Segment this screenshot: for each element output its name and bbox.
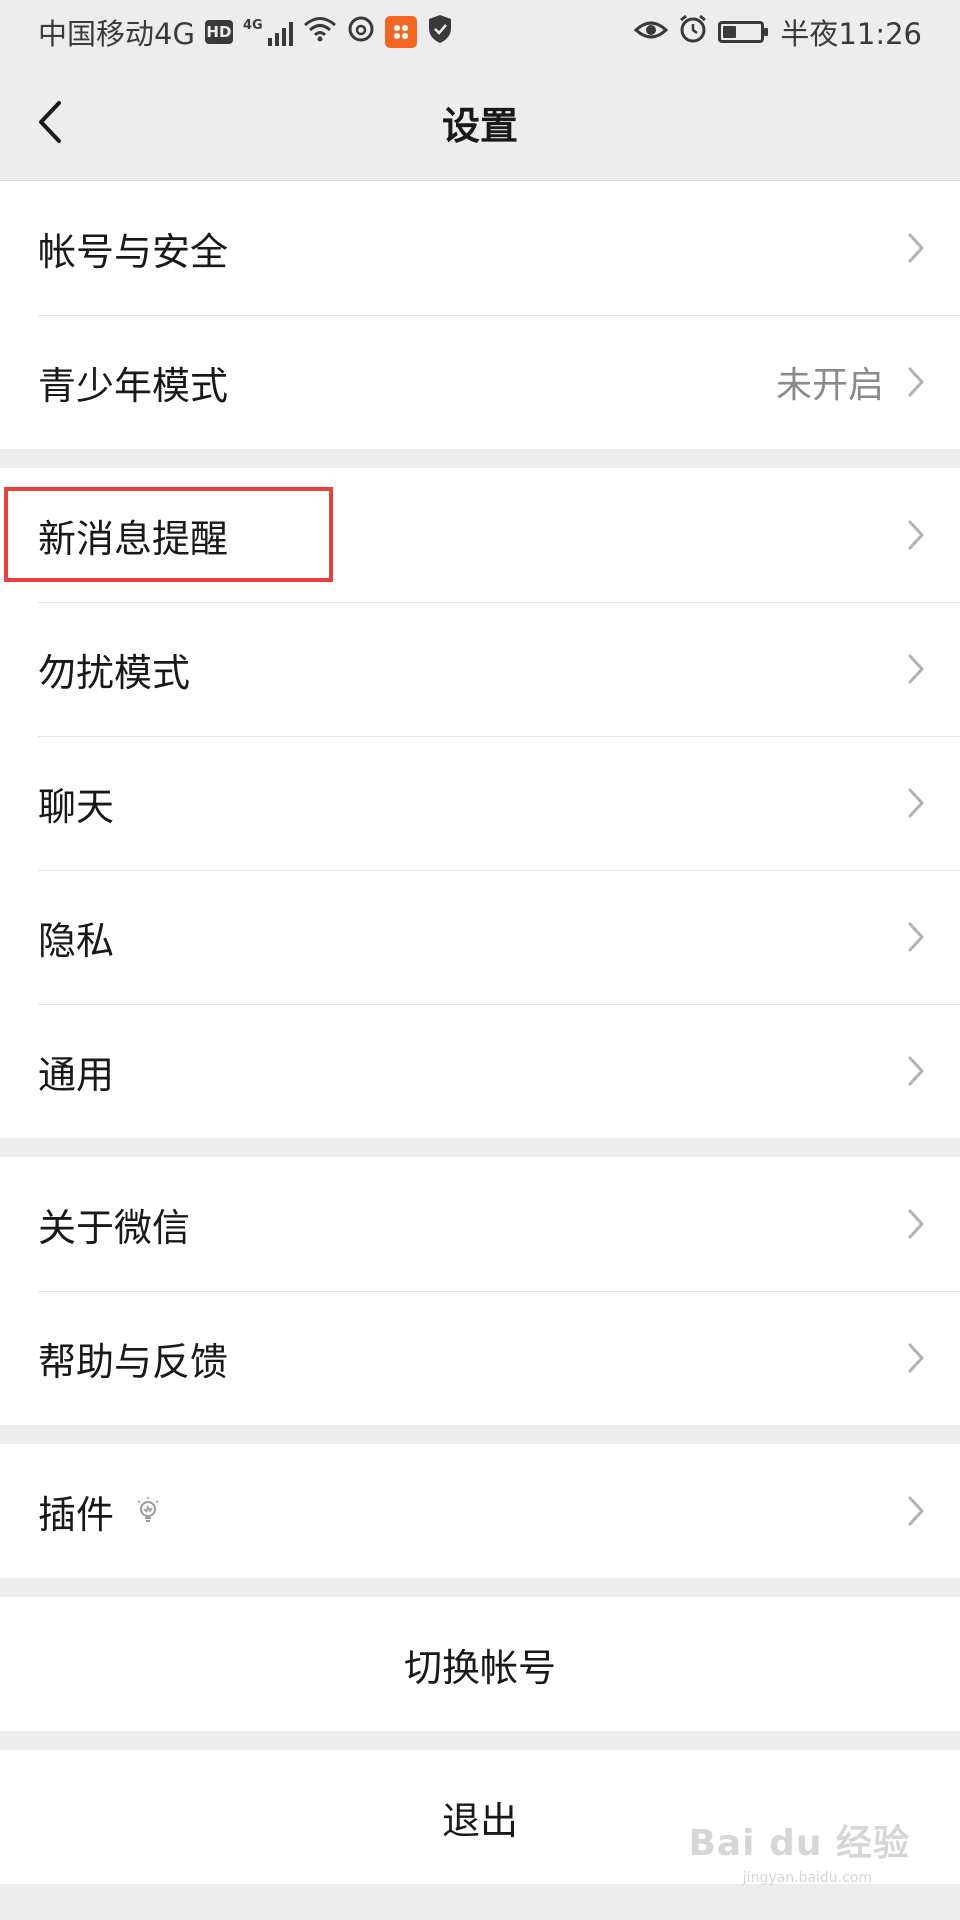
eye-icon <box>634 15 669 49</box>
settings-row-help-feedback[interactable]: 帮助与反馈 <box>0 1291 960 1425</box>
shield-icon <box>427 14 453 51</box>
network-type-badge: 4G <box>242 18 263 33</box>
row-label: 新消息提醒 <box>38 516 229 561</box>
teen-mode-status: 未开启 <box>775 365 884 406</box>
carrier-label: 中国移动4G <box>38 17 195 51</box>
chevron-right-icon <box>906 231 926 265</box>
settings-row-new-message-alerts[interactable]: 新消息提醒 <box>0 468 960 602</box>
row-label: 聊天 <box>38 784 115 829</box>
settings-row-privacy[interactable]: 隐私 <box>0 870 960 1004</box>
chevron-right-icon <box>906 1341 926 1375</box>
back-arrow-icon <box>39 101 61 143</box>
row-label: 帮助与反馈 <box>38 1339 229 1384</box>
chevron-right-icon <box>906 652 926 686</box>
chevron-right-icon <box>906 1207 926 1241</box>
status-bar-right: 半夜11:26 <box>634 11 922 53</box>
chevron-right-icon <box>906 920 926 954</box>
watermark-url: jingyan.baidu.com <box>742 1870 872 1886</box>
chevron-right-icon <box>906 518 926 552</box>
row-label: 青少年模式 <box>38 363 229 408</box>
settings-group-about: 关于微信 帮助与反馈 <box>0 1157 960 1425</box>
row-label: 通用 <box>38 1052 115 1097</box>
settings-row-do-not-disturb[interactable]: 勿扰模式 <box>0 602 960 736</box>
chevron-right-icon <box>906 786 926 820</box>
row-label: 关于微信 <box>38 1205 191 1250</box>
settings-row-general[interactable]: 通用 <box>0 1004 960 1138</box>
status-time: 半夜11:26 <box>780 17 922 51</box>
row-label: 勿扰模式 <box>38 650 191 695</box>
nav-bar: 设置 <box>0 64 960 181</box>
row-label: 插件 <box>38 1492 115 1537</box>
chevron-right-icon <box>906 365 926 399</box>
settings-row-teen-mode[interactable]: 青少年模式 未开启 <box>0 315 960 449</box>
back-button[interactable] <box>28 92 72 152</box>
chevron-right-icon <box>906 1494 926 1528</box>
settings-row-plugins[interactable]: 插件 <box>0 1444 960 1578</box>
netease-music-icon <box>347 15 375 50</box>
wifi-icon <box>303 15 337 50</box>
cellular-signal-icon: 4G <box>243 18 293 46</box>
page-title: 设置 <box>441 103 518 148</box>
settings-group-general: 新消息提醒 勿扰模式 聊天 隐私 通用 <box>0 468 960 1138</box>
battery-icon <box>718 21 769 43</box>
status-bar: 中国移动4G HD 4G 半夜11:26 <box>0 0 960 64</box>
hd-badge: HD <box>204 20 233 44</box>
chevron-right-icon <box>906 1054 926 1088</box>
row-label: 隐私 <box>38 918 115 963</box>
row-label: 帐号与安全 <box>38 229 229 274</box>
app-notification-icon <box>384 16 417 48</box>
status-bar-left: 中国移动4G HD 4G <box>38 11 453 53</box>
settings-row-about-wechat[interactable]: 关于微信 <box>0 1157 960 1291</box>
baidu-jingyan-watermark: Bai du 经验 <box>688 1823 910 1864</box>
alarm-icon <box>678 14 708 51</box>
settings-row-account-security[interactable]: 帐号与安全 <box>0 181 960 315</box>
switch-account-button[interactable]: 切换帐号 <box>0 1597 960 1731</box>
row-label-wrapper: 插件 <box>38 1484 906 1539</box>
lightbulb-icon <box>134 1495 162 1527</box>
settings-group-plugins: 插件 <box>0 1444 960 1578</box>
settings-row-chat[interactable]: 聊天 <box>0 736 960 870</box>
settings-group-account: 帐号与安全 青少年模式 未开启 <box>0 181 960 449</box>
battery-fill <box>723 26 737 38</box>
